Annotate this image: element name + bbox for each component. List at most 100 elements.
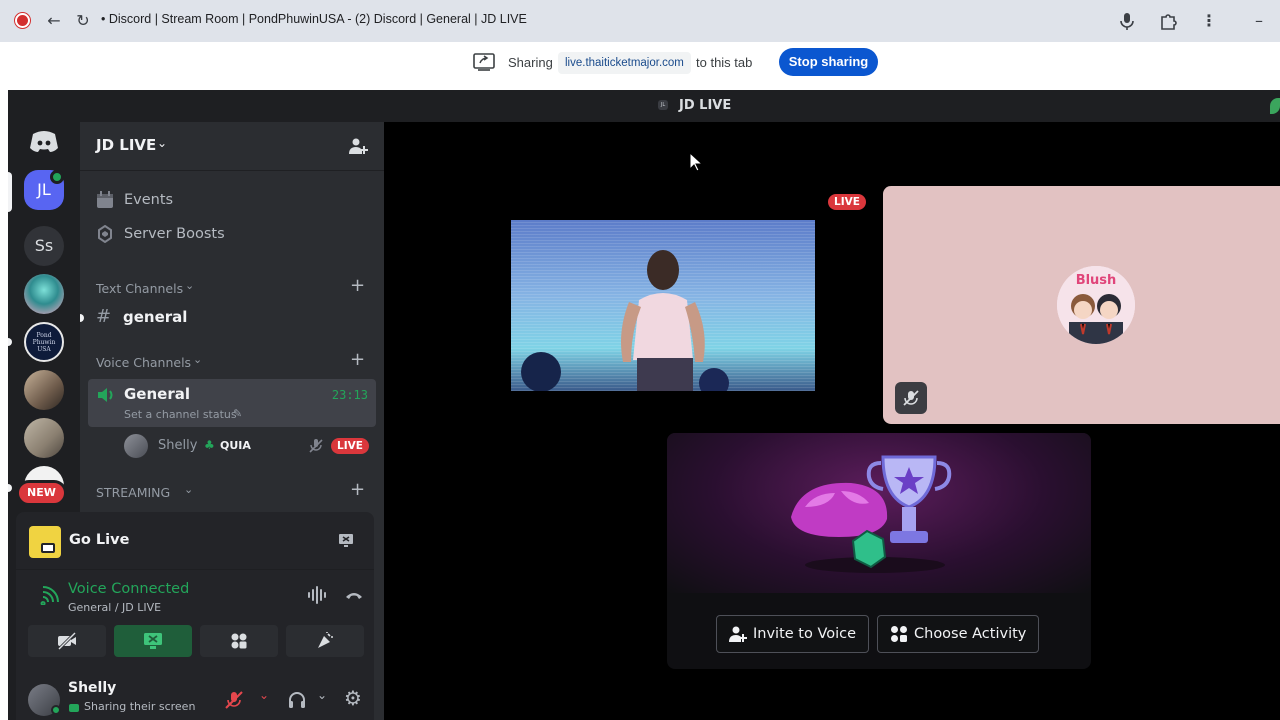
calendar-icon	[97, 191, 113, 208]
voice-stage: LIVE Blush Invite to Voice Choose Activi…	[384, 122, 1280, 720]
minimize-icon[interactable]: –	[1248, 10, 1270, 32]
browser-titlebar: ← ↻ • Discord | Stream Room | PondPhuwin…	[0, 0, 1280, 42]
screen-status-icon	[69, 704, 79, 712]
leaf-icon	[1270, 98, 1280, 114]
text-channels-category[interactable]: Text Channels	[96, 281, 183, 296]
invite-people-icon[interactable]	[348, 136, 368, 156]
channel-general[interactable]: # general	[88, 306, 376, 330]
app-favicon-icon	[15, 13, 30, 28]
voice-connected-panel: Voice Connected General / JD LIVE	[16, 570, 374, 680]
choose-activity-label: Choose Activity	[914, 626, 1027, 642]
camera-off-icon	[57, 632, 77, 650]
mouse-cursor-icon	[689, 152, 703, 172]
mic-muted-icon[interactable]	[224, 690, 244, 710]
add-streaming-channel-icon[interactable]: +	[350, 479, 365, 500]
discord-app: JL JD LIVE JL Ss Pond Phuwin USA NEW JD …	[8, 90, 1280, 720]
chevron-down-icon: ⌄	[157, 136, 168, 150]
voice-connected-channel[interactable]: General / JD LIVE	[68, 601, 161, 614]
soundboard-icon	[318, 632, 333, 648]
add-text-channel-icon[interactable]: +	[350, 275, 365, 296]
stop-stream-icon[interactable]	[338, 532, 354, 548]
activity-invite-card: Invite to Voice Choose Activity	[667, 433, 1091, 669]
topbar-server-name: JD LIVE	[679, 98, 732, 113]
mic-muted-icon	[903, 390, 919, 406]
new-badge[interactable]: NEW	[16, 480, 67, 506]
chevron-down-icon[interactable]: ⌄	[317, 688, 327, 702]
muted-mic-icon	[309, 439, 323, 453]
sidebar-item-label: Server Boosts	[124, 226, 225, 242]
add-voice-channel-icon[interactable]: +	[350, 349, 365, 370]
disconnect-icon[interactable]	[344, 588, 364, 602]
pencil-icon[interactable]: ✎	[233, 407, 242, 420]
online-status-icon	[51, 705, 61, 715]
voice-channels-category[interactable]: Voice Channels	[96, 355, 191, 370]
channel-name: general	[123, 308, 188, 326]
go-live-title: Go Live	[69, 532, 130, 548]
participant-muted-indicator	[895, 382, 927, 414]
invite-to-voice-label: Invite to Voice	[753, 626, 857, 642]
menu-dots-icon[interactable]: ⋮	[1198, 10, 1220, 32]
headphones-icon[interactable]	[287, 690, 307, 710]
server-avatar-1[interactable]	[24, 274, 64, 314]
chevron-down-icon: ⌄	[193, 353, 203, 366]
settings-gear-icon[interactable]: ⚙	[344, 686, 362, 710]
server-avatar-4[interactable]	[24, 418, 64, 458]
connection-signal-icon[interactable]	[40, 585, 60, 605]
screen: ← ↻ • Discord | Stream Room | PondPhuwin…	[0, 0, 1280, 720]
user-name[interactable]: Shelly	[68, 680, 116, 696]
server-ss[interactable]: Ss	[24, 226, 64, 266]
camera-off-button[interactable]	[28, 625, 106, 657]
tab-sharing-bar: Sharing live.thaiticketmajor.com to this…	[8, 42, 1280, 90]
stop-sharing-button[interactable]: Stop sharing	[779, 48, 878, 76]
chevron-down-icon: ⌄	[184, 483, 194, 496]
activities-button[interactable]	[200, 625, 278, 657]
invite-to-voice-button[interactable]: Invite to Voice	[716, 615, 870, 653]
chevron-down-icon[interactable]: ⌄	[259, 688, 269, 702]
extensions-icon[interactable]	[1158, 10, 1180, 32]
activities-icon	[231, 633, 247, 649]
go-live-panel: Go Live	[16, 512, 374, 570]
speaker-icon	[98, 388, 113, 402]
soundboard-button[interactable]	[286, 625, 364, 657]
streaming-category[interactable]: STREAMING	[96, 485, 170, 500]
sharing-suffix: to this tab	[696, 55, 753, 70]
microphone-icon[interactable]	[1116, 10, 1138, 32]
svg-text:Blush: Blush	[1076, 273, 1117, 288]
guild-name: JD LIVE	[96, 136, 157, 154]
participant-avatar: Blush	[1057, 266, 1135, 344]
voice-user-shelly[interactable]: Shelly ♣ QUIA LIVE	[124, 434, 376, 458]
server-pondphuwin-usa[interactable]: Pond Phuwin USA	[24, 322, 64, 362]
discord-home-icon[interactable]	[24, 122, 64, 162]
noise-suppression-icon[interactable]	[307, 586, 329, 604]
shared-url: live.thaiticketmajor.com	[558, 52, 691, 74]
stream-video-tile[interactable]	[511, 220, 815, 391]
trophy-illustration-icon	[791, 455, 952, 573]
choose-activity-button[interactable]: Choose Activity	[877, 615, 1040, 653]
reload-icon[interactable]: ↻	[72, 10, 94, 32]
guild-tag: QUIA	[220, 439, 251, 452]
window-title: • Discord | Stream Room | PondPhuwinUSA …	[101, 12, 527, 26]
screen-share-button[interactable]	[114, 625, 192, 657]
sidebar-item-server-boosts[interactable]: Server Boosts	[96, 222, 225, 246]
back-icon[interactable]: ←	[43, 10, 65, 32]
screen-share-icon	[473, 53, 495, 71]
voice-connected-title[interactable]: Voice Connected	[68, 581, 189, 597]
sharing-label: Sharing	[508, 55, 553, 70]
unread-pill	[8, 338, 12, 346]
sidebar-item-events[interactable]: Events	[96, 188, 173, 212]
server-avatar-3[interactable]	[24, 370, 64, 410]
go-live-app-icon	[29, 526, 61, 558]
voice-channel-name: General	[124, 385, 190, 403]
sidebar-item-label: Events	[124, 192, 174, 208]
guild-header[interactable]: JD LIVE ⌄	[80, 122, 384, 171]
participant-tile-shelly[interactable]: Blush	[883, 186, 1280, 424]
hash-icon: #	[96, 306, 112, 327]
stream-performer-image	[621, 250, 705, 391]
guild-tag-icon: ♣	[204, 438, 215, 452]
voice-channel-general[interactable]: General 23:13 Set a channel status ✎	[88, 379, 376, 427]
stream-live-badge: LIVE	[828, 194, 866, 210]
invite-user-icon	[729, 626, 747, 642]
user-panel: Shelly Sharing their screen ⌄ ⌄ ⚙	[16, 680, 374, 720]
channel-status[interactable]: Set a channel status	[124, 408, 237, 421]
discord-topbar: JL JD LIVE	[8, 90, 1280, 122]
